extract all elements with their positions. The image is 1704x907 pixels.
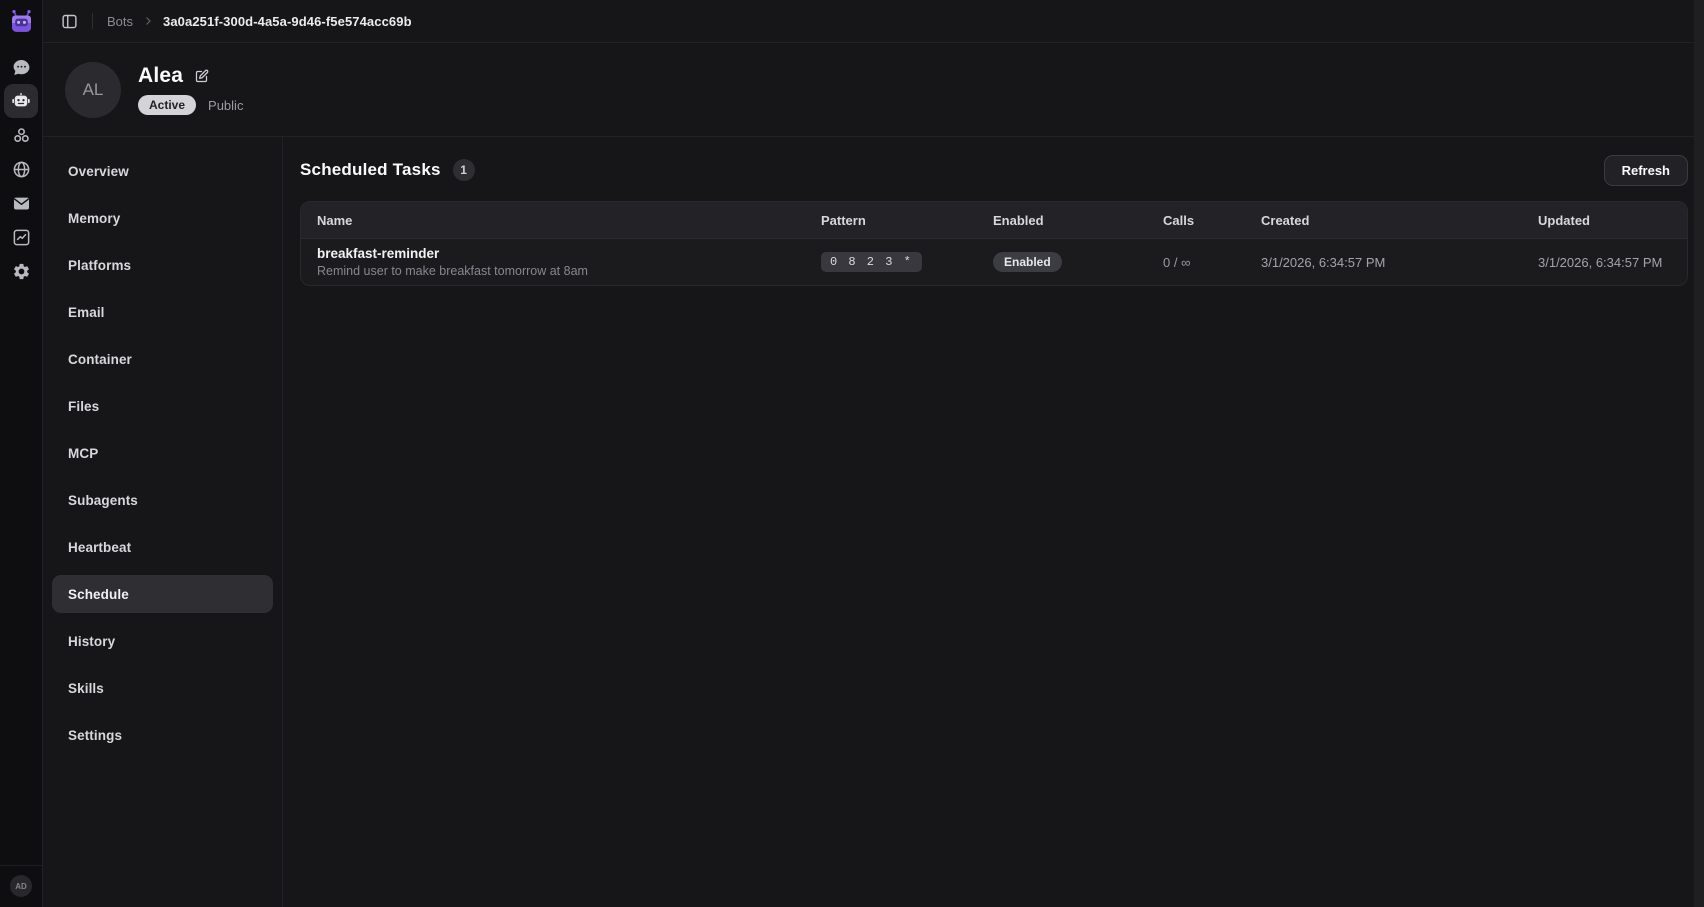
bots-icon[interactable]: [4, 84, 38, 118]
sidebar-item-heartbeat[interactable]: Heartbeat: [52, 528, 273, 566]
column-header-calls: Calls: [1163, 213, 1261, 228]
bot-meta: Alea Active Public: [138, 64, 243, 115]
task-updated-cell: 3/1/2026, 6:34:57 PM: [1538, 255, 1687, 270]
task-pattern-cell: 0 8 2 3 *: [821, 252, 993, 272]
settings-gear-icon[interactable]: [4, 254, 38, 288]
top-bar: Bots 3a0a251f-300d-4a5a-9d46-f5e574acc69…: [43, 0, 1704, 43]
sidebar-item-history[interactable]: History: [52, 622, 273, 660]
visibility-label: Public: [208, 98, 243, 113]
sidebar-item-mcp[interactable]: MCP: [52, 434, 273, 472]
table-row[interactable]: breakfast-reminder Remind user to make b…: [301, 239, 1687, 285]
sidebar-item-email[interactable]: Email: [52, 293, 273, 331]
rail-footer: AD: [0, 865, 42, 907]
sidebar-item-files[interactable]: Files: [52, 387, 273, 425]
scrollbar-track[interactable]: [1694, 0, 1704, 907]
mail-icon[interactable]: [4, 186, 38, 220]
scheduled-tasks-table: Name Pattern Enabled Calls Created Updat…: [300, 201, 1688, 286]
bot-name: Alea: [138, 64, 183, 88]
bot-sidebar-nav: Overview Memory Platforms Email Containe…: [43, 137, 283, 907]
globe-icon[interactable]: [4, 152, 38, 186]
main-content: Scheduled Tasks 1 Refresh Name Pattern E…: [283, 137, 1704, 907]
task-count-badge: 1: [453, 159, 475, 181]
page-title: Scheduled Tasks: [300, 160, 441, 180]
sidebar-item-skills[interactable]: Skills: [52, 669, 273, 707]
task-enabled-cell: Enabled: [993, 252, 1163, 272]
task-calls-cell: 0 / ∞: [1163, 255, 1261, 270]
refresh-button[interactable]: Refresh: [1604, 155, 1688, 186]
edit-name-icon[interactable]: [194, 69, 209, 84]
sidebar-toggle-icon[interactable]: [61, 13, 78, 30]
sidebar-item-container[interactable]: Container: [52, 340, 273, 378]
bot-avatar: AL: [65, 62, 121, 118]
sidebar-item-platforms[interactable]: Platforms: [52, 246, 273, 284]
column-header-created: Created: [1261, 213, 1538, 228]
task-name-cell: breakfast-reminder Remind user to make b…: [301, 246, 821, 278]
sidebar-item-overview[interactable]: Overview: [52, 152, 273, 190]
breadcrumb-bots-link[interactable]: Bots: [107, 14, 133, 29]
bot-header: AL Alea Active Public: [43, 43, 1704, 137]
table-header-row: Name Pattern Enabled Calls Created Updat…: [301, 202, 1687, 239]
main-header: Scheduled Tasks 1 Refresh: [300, 154, 1688, 186]
rail-icon-group: [4, 50, 38, 288]
divider: [92, 13, 93, 29]
cron-pattern-chip: 0 8 2 3 *: [821, 252, 922, 272]
app-logo-robot-icon[interactable]: [6, 7, 36, 37]
sidebar-item-memory[interactable]: Memory: [52, 199, 273, 237]
icon-rail: AD: [0, 0, 43, 907]
sidebar-item-subagents[interactable]: Subagents: [52, 481, 273, 519]
chevron-right-icon: [142, 15, 154, 27]
column-header-enabled: Enabled: [993, 213, 1163, 228]
task-created-cell: 3/1/2026, 6:34:57 PM: [1261, 255, 1538, 270]
task-name: breakfast-reminder: [317, 246, 821, 261]
sidebar-item-settings[interactable]: Settings: [52, 716, 273, 754]
user-avatar[interactable]: AD: [10, 875, 32, 897]
nodes-icon[interactable]: [4, 118, 38, 152]
enabled-badge: Enabled: [993, 252, 1062, 272]
analytics-icon[interactable]: [4, 220, 38, 254]
sidebar-item-schedule[interactable]: Schedule: [52, 575, 273, 613]
breadcrumb-bot-id: 3a0a251f-300d-4a5a-9d46-f5e574acc69b: [163, 14, 412, 29]
column-header-updated: Updated: [1538, 213, 1687, 228]
column-header-name: Name: [301, 213, 821, 228]
chat-icon[interactable]: [4, 50, 38, 84]
column-header-pattern: Pattern: [821, 213, 993, 228]
task-description: Remind user to make breakfast tomorrow a…: [317, 264, 821, 278]
status-badge: Active: [138, 95, 196, 115]
